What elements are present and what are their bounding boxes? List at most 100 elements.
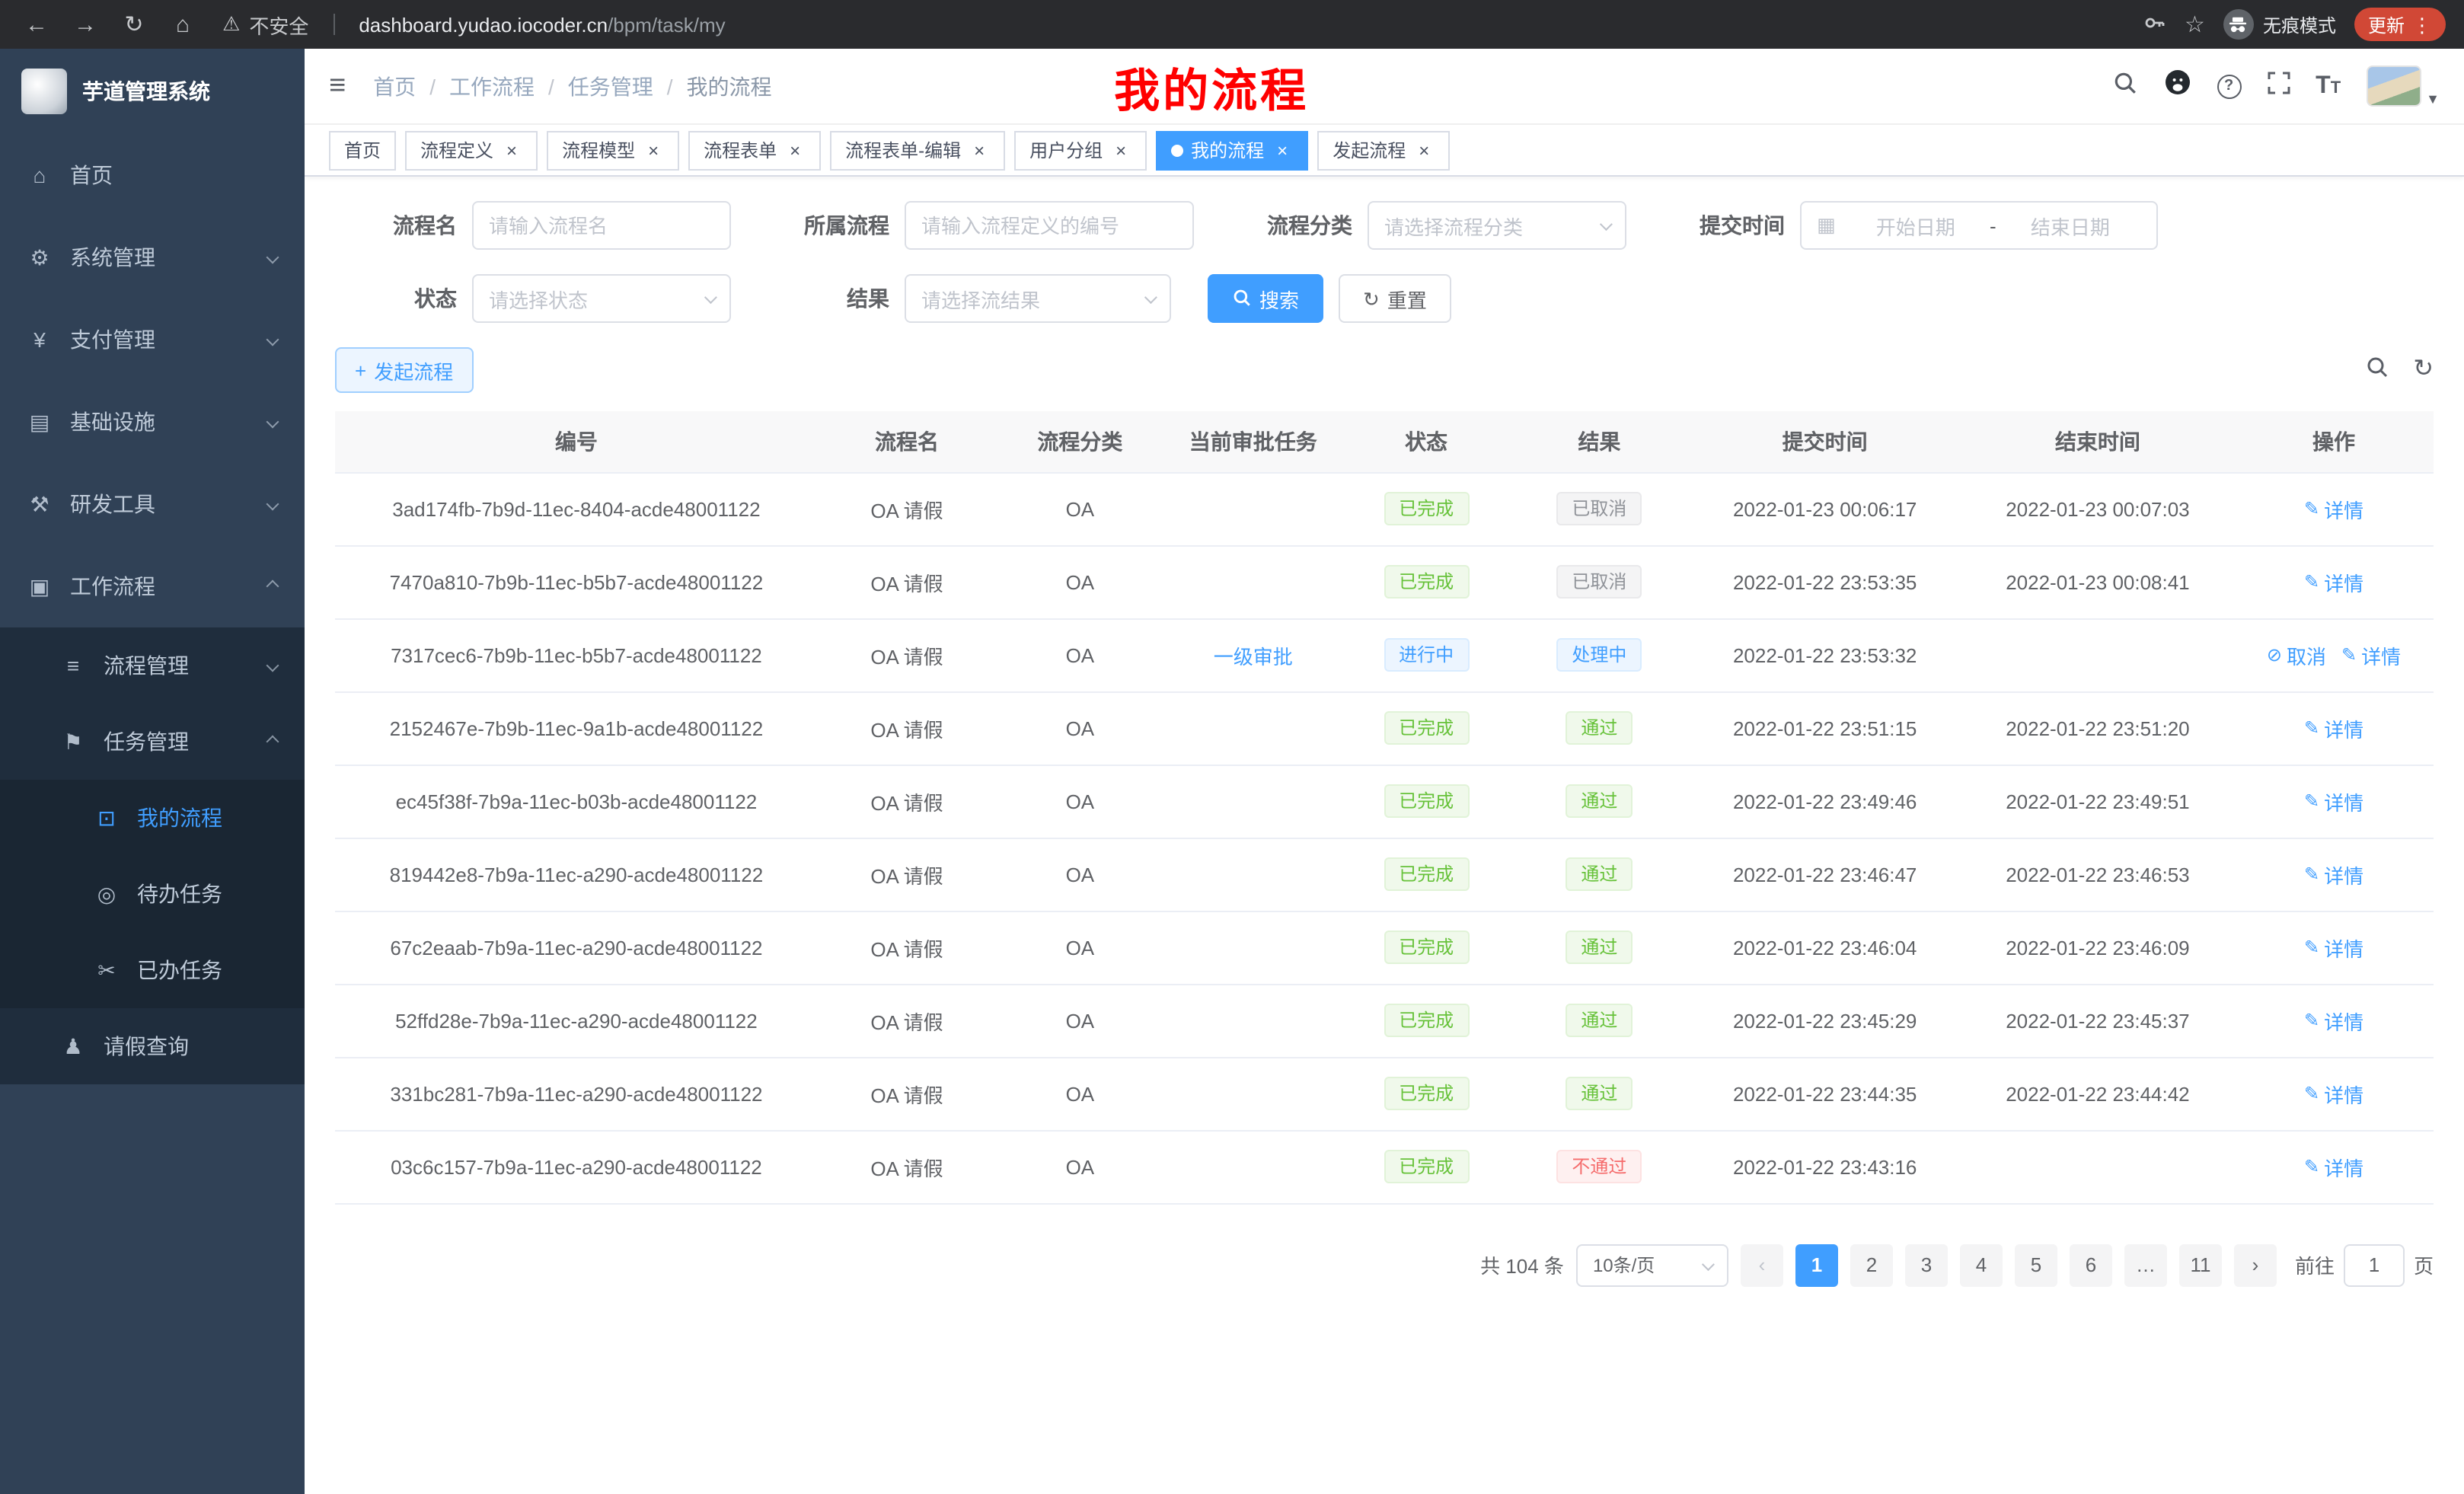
tab-user-group[interactable]: 用户分组 × bbox=[1014, 130, 1147, 170]
start-process-button[interactable]: + 发起流程 bbox=[335, 347, 473, 393]
process-name-input[interactable] bbox=[472, 201, 731, 250]
user-avatar[interactable]: ▼ bbox=[2367, 65, 2440, 107]
page-button[interactable]: 11 bbox=[2179, 1243, 2222, 1286]
sidebar-item-home[interactable]: ⌂ 首页 bbox=[0, 134, 305, 216]
cell-category: OA bbox=[996, 545, 1163, 618]
reload-icon[interactable]: ↻ bbox=[116, 6, 152, 43]
close-tab-icon[interactable]: × bbox=[643, 139, 664, 161]
browser-update-button[interactable]: 更新 ⋮ bbox=[2354, 8, 2446, 41]
detail-link[interactable]: ✎详情 bbox=[2304, 860, 2363, 889]
sidebar-item-infrastructure[interactable]: ▤ 基础设施 bbox=[0, 381, 305, 463]
github-icon[interactable] bbox=[2163, 69, 2191, 104]
close-tab-icon[interactable]: × bbox=[501, 139, 522, 161]
cell-result: 处理中 bbox=[1510, 618, 1688, 691]
detail-link[interactable]: ✎详情 bbox=[2304, 494, 2363, 523]
close-tab-icon[interactable]: × bbox=[1110, 139, 1131, 161]
page-size-select[interactable]: 10条/页 bbox=[1576, 1243, 1728, 1286]
detail-link[interactable]: ✎详情 bbox=[2304, 713, 2363, 742]
detail-link[interactable]: ✎详情 bbox=[2304, 787, 2363, 816]
address-bar[interactable]: dashboard.yudao.iocoder.cn/bpm/task/my bbox=[359, 13, 2130, 36]
process-def-input[interactable] bbox=[905, 201, 1194, 250]
fullscreen-icon[interactable] bbox=[2267, 71, 2290, 101]
sidebar-item-my-process[interactable]: ⊡ 我的流程 bbox=[0, 780, 305, 856]
page-button[interactable]: 2 bbox=[1850, 1243, 1893, 1286]
close-tab-icon[interactable]: × bbox=[969, 139, 990, 161]
page-button[interactable]: 3 bbox=[1905, 1243, 1948, 1286]
reset-button[interactable]: ↻ 重置 bbox=[1339, 274, 1451, 323]
sidebar-item-workflow[interactable]: ▣ 工作流程 bbox=[0, 545, 305, 627]
hamburger-icon[interactable]: ≡ bbox=[329, 69, 346, 103]
app-logo[interactable]: 芋道管理系统 bbox=[0, 49, 305, 134]
detail-link[interactable]: ✎详情 bbox=[2341, 640, 2401, 669]
cell-submit-time: 2022-01-22 23:46:47 bbox=[1689, 838, 1961, 911]
sidebar-item-devtools[interactable]: ⚒ 研发工具 bbox=[0, 463, 305, 545]
bookmark-star-icon[interactable]: ☆ bbox=[2185, 11, 2205, 38]
search-icon[interactable] bbox=[2111, 69, 2137, 103]
sidebar-item-done-tasks[interactable]: ✂ 已办任务 bbox=[0, 932, 305, 1008]
status-tag: 已完成 bbox=[1384, 1077, 1469, 1111]
page-button[interactable]: 5 bbox=[2015, 1243, 2057, 1286]
prev-page-button[interactable]: ‹ bbox=[1741, 1243, 1783, 1286]
back-icon[interactable]: ← bbox=[18, 6, 55, 43]
page-button[interactable]: 4 bbox=[1960, 1243, 2003, 1286]
tab-process-model[interactable]: 流程模型 × bbox=[547, 130, 679, 170]
toggle-search-icon[interactable] bbox=[2364, 354, 2389, 386]
breadcrumb-item[interactable]: 任务管理 bbox=[568, 71, 653, 101]
result-tag: 处理中 bbox=[1556, 638, 1642, 672]
flag-icon: ⚑ bbox=[61, 729, 85, 755]
detail-link[interactable]: ✎详情 bbox=[2304, 567, 2363, 596]
cell-submit-time: 2022-01-22 23:51:15 bbox=[1689, 691, 1961, 765]
cell-end-time: 2022-01-22 23:46:09 bbox=[1961, 911, 2234, 984]
search-button[interactable]: 搜索 bbox=[1208, 274, 1323, 323]
close-tab-icon[interactable]: × bbox=[1272, 139, 1293, 161]
home-icon[interactable]: ⌂ bbox=[164, 6, 201, 43]
sidebar-item-task-management[interactable]: ⚑ 任务管理 bbox=[0, 704, 305, 780]
refresh-table-icon[interactable]: ↻ bbox=[2413, 358, 2434, 382]
detail-link[interactable]: ✎详情 bbox=[2304, 1152, 2363, 1181]
result-tag: 通过 bbox=[1566, 784, 1633, 819]
result-select[interactable]: 请选择流结果 bbox=[905, 274, 1171, 323]
detail-link[interactable]: ✎详情 bbox=[2304, 933, 2363, 962]
sidebar-item-system[interactable]: ⚙ 系统管理 bbox=[0, 216, 305, 298]
breadcrumb-item[interactable]: 工作流程 bbox=[449, 71, 535, 101]
browser-chrome: ← → ↻ ⌂ ⚠ 不安全 dashboard.yudao.iocoder.cn… bbox=[0, 0, 2464, 49]
breadcrumb-item[interactable]: 首页 bbox=[373, 71, 416, 101]
current-task-link[interactable]: 一级审批 bbox=[1214, 640, 1293, 669]
tab-process-definition[interactable]: 流程定义 × bbox=[405, 130, 538, 170]
sidebar-item-todo-tasks[interactable]: ◎ 待办任务 bbox=[0, 856, 305, 932]
detail-link[interactable]: ✎详情 bbox=[2304, 1006, 2363, 1035]
sidebar-item-process-management[interactable]: ≡ 流程管理 bbox=[0, 627, 305, 704]
tab-process-form[interactable]: 流程表单 × bbox=[688, 130, 821, 170]
tab-label: 我的流程 bbox=[1191, 137, 1264, 163]
help-icon[interactable]: ? bbox=[2217, 74, 2241, 98]
incognito-badge[interactable]: 无痕模式 bbox=[2223, 9, 2336, 40]
close-tab-icon[interactable]: × bbox=[1413, 139, 1435, 161]
status-tag: 已完成 bbox=[1384, 492, 1469, 526]
cancel-link[interactable]: ⊘取消 bbox=[2267, 640, 2326, 669]
goto-page-input[interactable] bbox=[2344, 1243, 2405, 1286]
detail-link[interactable]: ✎详情 bbox=[2304, 1079, 2363, 1108]
tab-my-process[interactable]: 我的流程 × bbox=[1156, 130, 1308, 170]
result-tag: 通过 bbox=[1566, 711, 1633, 745]
close-tab-icon[interactable]: × bbox=[784, 139, 806, 161]
password-key-icon[interactable] bbox=[2142, 10, 2166, 39]
security-indicator[interactable]: ⚠ 不安全 bbox=[222, 10, 308, 39]
category-select[interactable]: 请选择流程分类 bbox=[1368, 201, 1626, 250]
submit-time-range-picker[interactable]: ▦ 开始日期 - 结束日期 bbox=[1800, 201, 2158, 250]
tab-home[interactable]: 首页 bbox=[329, 130, 396, 170]
page-button[interactable]: 6 bbox=[2070, 1243, 2112, 1286]
col-current-task: 当前审批任务 bbox=[1164, 411, 1342, 472]
url-domain: dashboard.yudao.iocoder.cn bbox=[359, 13, 608, 36]
tab-process-form-edit[interactable]: 流程表单-编辑 × bbox=[830, 130, 1005, 170]
tab-start-process[interactable]: 发起流程 × bbox=[1317, 130, 1450, 170]
page-button[interactable]: 1 bbox=[1795, 1243, 1838, 1286]
sidebar-item-payment[interactable]: ¥ 支付管理 bbox=[0, 298, 305, 381]
forward-icon[interactable]: → bbox=[67, 6, 104, 43]
next-page-button[interactable]: › bbox=[2234, 1243, 2277, 1286]
more-pages-button[interactable]: … bbox=[2124, 1243, 2167, 1286]
sidebar-item-label: 请假查询 bbox=[104, 1031, 189, 1061]
status-select[interactable]: 请选择状态 bbox=[472, 274, 731, 323]
kebab-menu-icon[interactable]: ⋮ bbox=[2412, 14, 2432, 34]
sidebar-item-leave-query[interactable]: ♟ 请假查询 bbox=[0, 1008, 305, 1084]
font-size-icon[interactable]: TT bbox=[2316, 74, 2341, 98]
